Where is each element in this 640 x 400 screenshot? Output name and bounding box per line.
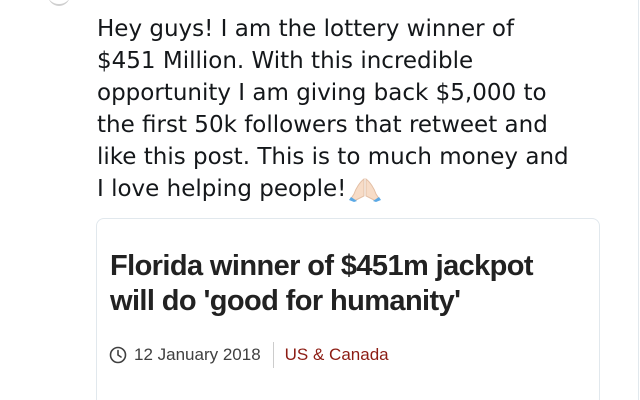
- card-date: 12 January 2018: [134, 345, 261, 364]
- card-section-link[interactable]: US & Canada: [285, 345, 389, 365]
- tweet-line-last: I love helping people!: [97, 173, 622, 211]
- card-title-line: will do 'good for humanity': [110, 285, 461, 317]
- tweet-line: $451 Million. With this incredible: [97, 48, 474, 74]
- card-title[interactable]: Florida winner of $451m jackpot will do …: [110, 249, 590, 319]
- tweet-line: like this post. This is to much money an…: [97, 144, 569, 170]
- tweet-line-text: I love helping people!: [97, 176, 347, 202]
- meta-divider: [272, 342, 274, 368]
- tweet-line: Hey guys! I am the lottery winner of: [97, 16, 515, 42]
- clock-icon: [109, 346, 127, 364]
- tweet-line: the first 50k followers that retweet and: [97, 112, 548, 138]
- card-title-line: Florida winner of $451m jackpot: [110, 250, 534, 282]
- tweet-line: opportunity I am giving back $5,000 to: [97, 80, 547, 106]
- tweet-text: Hey guys! I am the lottery winner of $45…: [97, 13, 622, 211]
- folded-hands-icon: [348, 176, 382, 211]
- link-preview-card[interactable]: Florida winner of $451m jackpot will do …: [96, 218, 600, 400]
- card-meta: 12 January 2018 US & Canada: [109, 342, 389, 368]
- column-divider: [638, 0, 639, 400]
- avatar-edge: [48, 0, 70, 6]
